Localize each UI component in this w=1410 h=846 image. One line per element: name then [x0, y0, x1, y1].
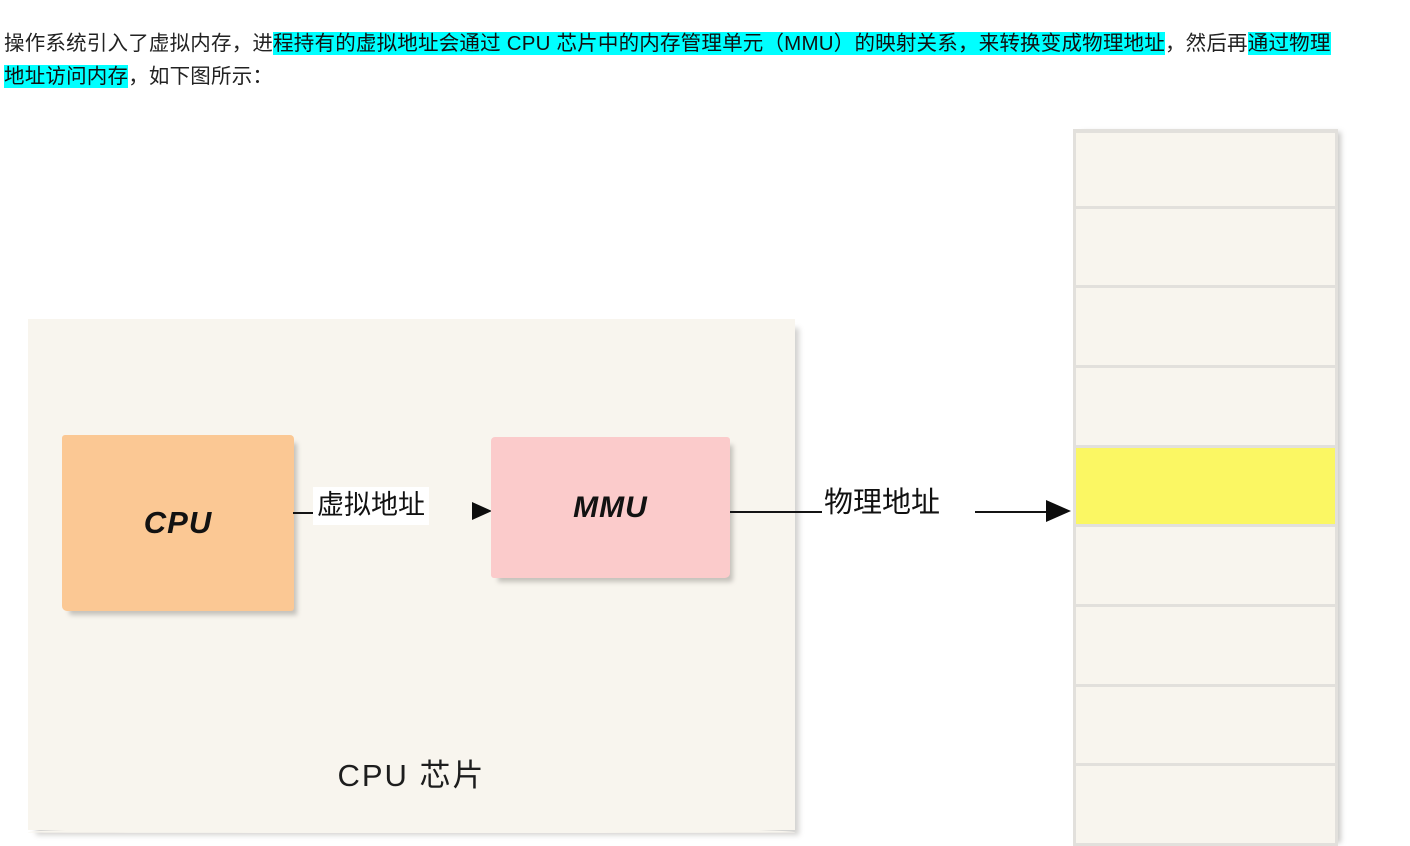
memory-cell: [1073, 129, 1338, 209]
virtual-memory-diagram: CPU 虚拟地址 MMU 物理地址 CPU 芯片: [0, 100, 1410, 846]
memory-cell: [1073, 606, 1338, 687]
cpu-box-label: CPU: [143, 505, 213, 540]
physical-address-arrow-icon: [1046, 500, 1071, 522]
memory-cell: [1073, 766, 1338, 846]
physical-address-line-left: [730, 511, 826, 513]
plain-text: 操作系统引入了虚拟内存，进: [4, 31, 274, 55]
mmu-box-label: MMU: [573, 490, 648, 524]
memory-strip-left-edge: [1073, 129, 1076, 846]
physical-address-label: 物理地址: [822, 486, 943, 520]
highlighted-text: 程持有的虚拟地址会通过 CPU 芯片中的内存管理单元（MMU）的映射关系，来转换…: [273, 31, 1165, 55]
memory-strip-right-edge: [1335, 129, 1338, 846]
memory-cell: [1073, 686, 1338, 767]
intro-paragraph: 操作系统引入了虚拟内存，进程持有的虚拟地址会通过 CPU 芯片中的内存管理单元（…: [4, 27, 1334, 93]
virtual-address-label: 虚拟地址: [313, 487, 429, 525]
plain-text: ，如下图所示：: [128, 64, 274, 88]
cpu-chip-caption: CPU 芯片: [337, 758, 486, 793]
memory-cell: [1073, 367, 1338, 448]
memory-cell: [1073, 527, 1338, 607]
physical-address-line-right: [975, 511, 1053, 513]
cpu-box: CPU: [62, 435, 294, 611]
plain-text: ，然后再: [1164, 31, 1248, 55]
memory-cell: [1073, 208, 1338, 289]
memory-cell: [1073, 288, 1338, 368]
memory-cell-highlighted: [1073, 447, 1338, 528]
memory-strip: [1073, 129, 1338, 846]
virtual-address-arrow-icon: [472, 502, 492, 520]
mmu-box: MMU: [491, 437, 730, 578]
